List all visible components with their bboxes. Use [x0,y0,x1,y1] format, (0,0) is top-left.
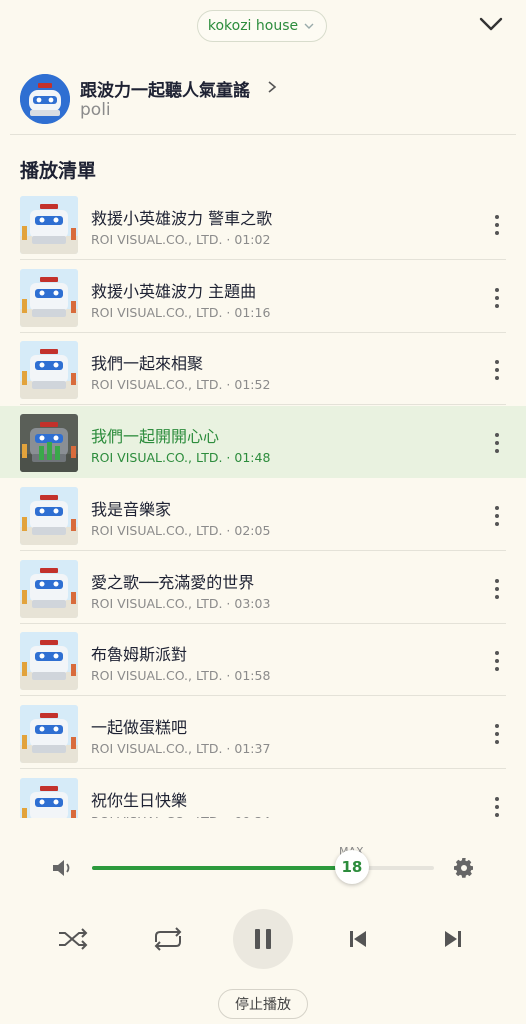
playlist-artist: poli [80,100,111,120]
volume-icon[interactable] [50,856,76,880]
track-title: 我是音樂家 [91,499,172,519]
more-vertical-icon[interactable] [487,792,507,818]
track-thumbnail [20,486,78,545]
track-thumbnail [20,341,78,400]
track-title: 救援小英雄波力 警車之歌 [91,209,273,228]
volume-slider-knob[interactable]: 18 [334,850,369,884]
repeat-icon[interactable] [150,926,186,952]
divider [10,134,516,135]
playlist-header[interactable]: 跟波力一起聽人氣童謠 poli [20,72,510,128]
track-meta: ROI VISUAL.CO., LTD. · 00:34 [91,814,270,818]
track-thumbnail [20,632,78,691]
more-vertical-icon[interactable] [487,355,507,385]
chevron-right-icon [268,81,277,93]
volume-slider-fill [92,866,352,870]
track-title: 一起做蛋糕吧 [91,717,188,737]
device-label: kokozi house [207,18,299,34]
track-title: 我們一起來相聚 [91,354,204,374]
more-vertical-icon[interactable] [487,501,507,531]
track-meta: ROI VISUAL.CO., LTD. · 01:16 [91,304,271,320]
more-vertical-icon[interactable] [487,210,507,240]
track-row[interactable]: 我是音樂家 ROI VISUAL.CO., LTD. · 02:05 [0,479,526,551]
track-row[interactable]: 救援小英雄波力 警車之歌 ROI VISUAL.CO., LTD. · 01:0… [0,188,526,260]
more-vertical-icon[interactable] [487,283,507,313]
track-list[interactable]: 救援小英雄波力 警車之歌 ROI VISUAL.CO., LTD. · 01:0… [0,188,526,818]
track-thumbnail [20,196,78,254]
more-vertical-icon[interactable] [487,719,507,749]
gear-icon[interactable] [452,856,476,880]
playlist-title: 跟波力一起聽人氣童謠 [80,81,250,101]
section-title: 播放清單 [20,160,97,182]
track-row[interactable]: 愛之歌──充滿愛的世界 ROI VISUAL.CO., LTD. · 03:03 [0,552,526,624]
track-title: 愛之歌──充滿愛的世界 [91,572,255,592]
track-meta: ROI VISUAL.CO., LTD. · 01:37 [91,740,271,756]
more-vertical-icon[interactable] [487,574,507,604]
device-selector[interactable]: kokozi house [197,10,327,42]
volume-slider[interactable]: 18 [92,850,434,884]
volume-value: 18 [341,858,363,876]
track-thumbnail [20,704,78,763]
more-vertical-icon[interactable] [487,646,507,676]
track-thumbnail [20,414,78,473]
skip-previous-icon[interactable] [347,928,369,950]
track-thumbnail [20,559,78,618]
track-row[interactable]: 一起做蛋糕吧 ROI VISUAL.CO., LTD. · 01:37 [0,697,526,769]
stop-playback-button[interactable]: 停止播放 [218,989,308,1019]
track-title: 祝你生日快樂 [91,790,188,810]
track-meta: ROI VISUAL.CO., LTD. · 01:48 [91,450,271,466]
avatar [20,74,70,124]
stop-playback-label: 停止播放 [235,997,291,1013]
collapse-chevron-icon[interactable] [478,16,504,34]
track-thumbnail [20,268,78,327]
pause-button[interactable] [233,909,293,969]
track-meta: ROI VISUAL.CO., LTD. · 03:03 [91,595,271,611]
track-meta: ROI VISUAL.CO., LTD. · 02:05 [91,522,271,538]
track-title: 布魯姆斯派對 [91,645,188,665]
track-title: 救援小英雄波力 主題曲 [91,281,257,301]
pause-icon [255,929,271,949]
track-row[interactable]: 我們一起開開心心 ROI VISUAL.CO., LTD. · 01:48 [0,406,526,479]
skip-next-icon[interactable] [442,928,464,950]
track-meta: ROI VISUAL.CO., LTD. · 01:02 [91,232,271,247]
track-meta: ROI VISUAL.CO., LTD. · 01:58 [91,668,271,684]
shuffle-icon[interactable] [57,926,89,952]
track-row[interactable]: 我們一起來相聚 ROI VISUAL.CO., LTD. · 01:52 [0,333,526,406]
more-vertical-icon[interactable] [487,428,507,458]
track-title: 我們一起開開心心 [91,427,220,447]
track-thumbnail [20,777,78,818]
chevron-down-icon [304,23,314,29]
track-row[interactable]: 救援小英雄波力 主題曲 ROI VISUAL.CO., LTD. · 01:16 [0,261,526,333]
track-row[interactable]: 布魯姆斯派對 ROI VISUAL.CO., LTD. · 01:58 [0,624,526,697]
track-meta: ROI VISUAL.CO., LTD. · 01:52 [91,377,271,393]
track-row[interactable]: 祝你生日快樂 ROI VISUAL.CO., LTD. · 00:34 [0,770,526,818]
